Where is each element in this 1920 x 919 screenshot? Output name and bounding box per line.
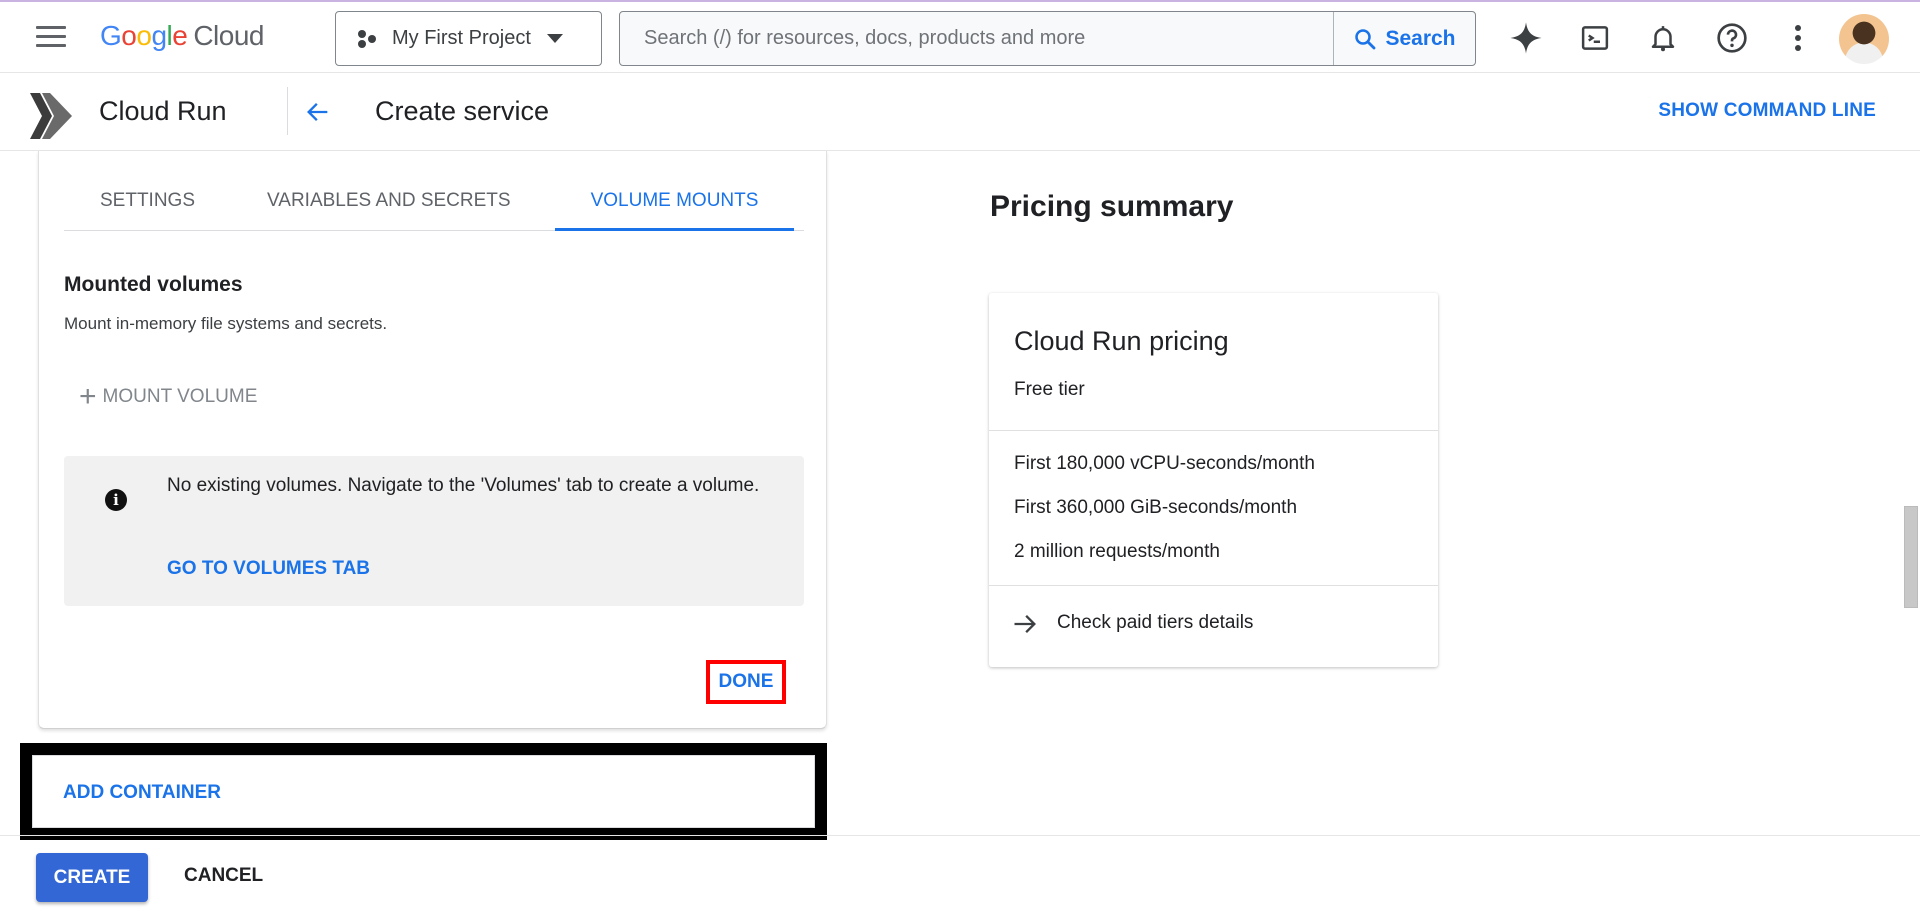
project-picker[interactable]: My First Project <box>335 11 602 66</box>
top-app-bar: Google Cloud My First Project Search <box>0 0 1920 73</box>
avatar[interactable] <box>1839 14 1889 64</box>
page-title: Create service <box>375 96 550 126</box>
plus-icon: + <box>79 380 97 413</box>
container-tabs: SETTINGS VARIABLES AND SECRETS VOLUME MO… <box>64 179 804 231</box>
add-container-button[interactable]: ADD CONTAINER <box>32 755 815 828</box>
create-button[interactable]: CREATE <box>36 853 148 902</box>
footer-divider <box>0 835 1920 836</box>
tab-volume-mounts[interactable]: VOLUME MOUNTS <box>554 179 795 231</box>
arrow-right-icon <box>1014 615 1036 633</box>
go-to-volumes-tab-link[interactable]: GO TO VOLUMES TAB <box>167 558 370 580</box>
container-edit-panel: SETTINGS VARIABLES AND SECRETS VOLUME MO… <box>38 151 827 729</box>
add-container-highlight: ADD CONTAINER <box>20 743 827 840</box>
show-command-line-button[interactable]: SHOW COMMAND LINE <box>1658 100 1876 122</box>
main-menu-icon[interactable] <box>36 26 66 48</box>
header-divider <box>287 87 288 135</box>
page-scrollbar[interactable] <box>1904 506 1918 608</box>
search-icon <box>1355 28 1376 49</box>
check-paid-tiers-link[interactable]: Check paid tiers details <box>989 586 1438 666</box>
project-name: My First Project <box>392 27 531 49</box>
pricing-card-subtitle: Free tier <box>1014 379 1085 400</box>
mount-volume-button[interactable]: + MOUNT VOLUME <box>79 380 257 413</box>
pricing-card: Cloud Run pricing Free tier First 180,00… <box>989 293 1438 667</box>
list-item: First 360,000 GiB-seconds/month <box>1014 497 1298 518</box>
pricing-card-title: Cloud Run pricing <box>1014 326 1229 356</box>
tab-variables-and-secrets[interactable]: VARIABLES AND SECRETS <box>231 179 547 231</box>
pricing-summary-title: Pricing summary <box>990 190 1234 223</box>
google-cloud-logo[interactable]: Google Cloud <box>100 20 264 52</box>
search-button[interactable]: Search <box>1333 12 1475 65</box>
info-message: No existing volumes. Navigate to the 'Vo… <box>167 475 760 496</box>
list-item: First 180,000 vCPU-seconds/month <box>1014 453 1315 474</box>
list-item: 2 million requests/month <box>1014 541 1220 562</box>
section-description: Mount in-memory file systems and secrets… <box>64 314 388 333</box>
free-tier-list: First 180,000 vCPU-seconds/month First 3… <box>989 431 1438 586</box>
cancel-button[interactable]: CANCEL <box>184 865 263 887</box>
pricing-card-header: Cloud Run pricing Free tier <box>989 293 1438 431</box>
notifications-icon[interactable] <box>1645 20 1681 56</box>
done-button[interactable]: DONE <box>706 660 786 704</box>
search-bar: Search <box>619 11 1476 66</box>
product-name: Cloud Run <box>99 96 227 126</box>
tab-settings[interactable]: SETTINGS <box>64 179 231 231</box>
project-icon <box>356 28 378 50</box>
cloud-run-icon <box>30 93 72 139</box>
info-icon: i <box>105 489 127 511</box>
more-vert-icon[interactable] <box>1780 20 1816 56</box>
help-icon[interactable] <box>1714 20 1750 56</box>
section-title: Mounted volumes <box>64 273 243 296</box>
gemini-icon[interactable] <box>1508 20 1544 56</box>
info-banner: i No existing volumes. Navigate to the '… <box>64 456 804 606</box>
dropdown-caret-icon <box>546 34 563 43</box>
back-arrow-icon[interactable] <box>300 94 336 130</box>
cloud-shell-icon[interactable] <box>1577 20 1613 56</box>
product-header: Cloud Run Create service SHOW COMMAND LI… <box>0 73 1920 151</box>
search-input[interactable] <box>620 12 1333 65</box>
